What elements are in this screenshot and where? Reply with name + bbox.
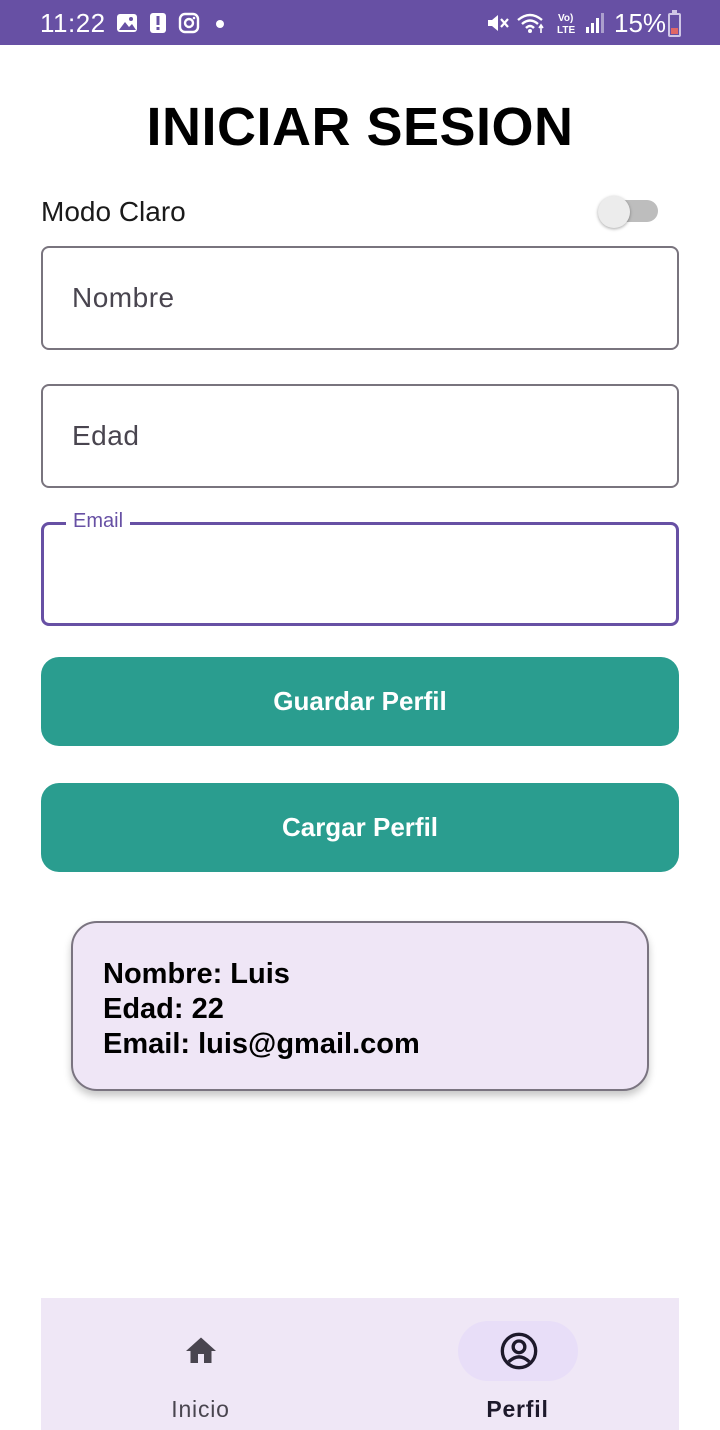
switch-thumb bbox=[598, 196, 630, 228]
nav-label-inicio: Inicio bbox=[171, 1396, 230, 1422]
email-field[interactable]: Email bbox=[41, 510, 679, 626]
theme-mode-switch[interactable] bbox=[598, 196, 660, 228]
status-bar: 11:22 Vo) LTE 15% bbox=[0, 0, 720, 45]
theme-mode-label: Modo Claro bbox=[41, 196, 186, 227]
battery-icon bbox=[668, 13, 681, 37]
mute-icon bbox=[488, 15, 509, 31]
volte-icon: Vo) LTE bbox=[557, 13, 575, 36]
dot-icon bbox=[216, 20, 224, 28]
profile-name: Nombre: Luis bbox=[103, 958, 290, 990]
nombre-input[interactable] bbox=[43, 248, 677, 348]
page-title: INICIAR SESION bbox=[146, 97, 574, 157]
alert-icon bbox=[150, 13, 166, 33]
battery-percent: 15% bbox=[614, 8, 667, 38]
svg-text:LTE: LTE bbox=[557, 25, 575, 36]
account-circle-icon bbox=[500, 1332, 538, 1370]
profile-card: Nombre: Luis Edad: 22 Email: luis@gmail.… bbox=[71, 921, 649, 1091]
instagram-icon bbox=[178, 12, 200, 34]
save-profile-button[interactable]: Guardar Perfil bbox=[41, 657, 679, 746]
profile-email: Email: luis@gmail.com bbox=[103, 1028, 420, 1060]
bottom-nav: Inicio Perfil bbox=[41, 1298, 679, 1430]
status-time: 11:22 bbox=[40, 8, 106, 38]
nav-item-perfil[interactable]: Perfil bbox=[360, 1298, 679, 1430]
nav-item-inicio[interactable]: Inicio bbox=[41, 1298, 360, 1430]
svg-text:Vo): Vo) bbox=[558, 13, 573, 24]
email-input[interactable] bbox=[44, 525, 676, 623]
signal-icon bbox=[586, 13, 604, 33]
load-profile-button[interactable]: Cargar Perfil bbox=[41, 783, 679, 872]
gallery-icon bbox=[117, 14, 137, 32]
nombre-field[interactable] bbox=[41, 246, 679, 350]
wifi-icon bbox=[517, 13, 544, 33]
nav-label-perfil: Perfil bbox=[486, 1396, 549, 1422]
edad-input[interactable] bbox=[43, 386, 677, 486]
edad-field[interactable] bbox=[41, 384, 679, 488]
profile-age: Edad: 22 bbox=[103, 993, 224, 1025]
home-icon bbox=[186, 1337, 216, 1363]
